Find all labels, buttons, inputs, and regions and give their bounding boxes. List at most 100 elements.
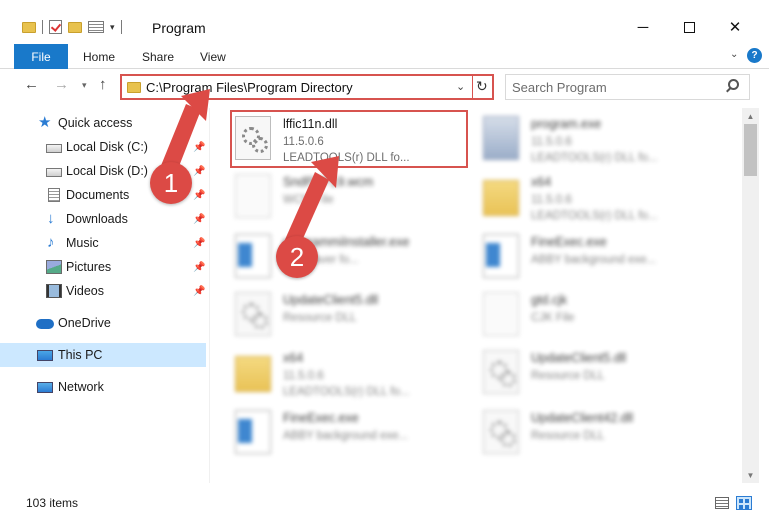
computer-icon [37,349,53,361]
file-name: x64 [283,351,304,365]
quick-access-toolbar: ▾ [22,20,122,34]
close-button[interactable]: ✕ [712,12,758,42]
pin-icon[interactable]: 📌 [193,238,205,249]
pin-icon[interactable]: 📌 [193,190,205,201]
file-name: UpdateClient42.dll [531,411,634,425]
properties-check-icon[interactable] [49,20,62,34]
tab-home[interactable]: Home [83,44,115,69]
toolbar-divider [42,20,43,34]
forward-arrow-icon[interactable]: → [54,76,69,93]
videos-icon [46,284,62,298]
properties-icon[interactable] [88,21,104,33]
recent-locations-chevron-icon[interactable]: ▾ [82,80,87,91]
sidebar-item-videos[interactable]: Videos 📌 [0,279,206,303]
sidebar-item-local-disk-c[interactable]: Local Disk (C:) 📌 [0,135,206,159]
help-icon[interactable]: ? [747,48,762,63]
sidebar-item-quick-access[interactable]: ★ Quick access [0,111,206,135]
scroll-down-arrow-icon[interactable]: ▼ [742,467,759,483]
new-folder-icon[interactable] [68,21,82,33]
refresh-icon[interactable]: ↻ [476,78,488,95]
file-name: x64 [531,175,552,189]
file-name: UpdateClient5.dll [283,293,379,307]
music-icon: ♪ [47,234,55,251]
address-bar[interactable]: C:\Program Files\Program Directory ⌄ ↻ [120,74,494,100]
ribbon-tabs: File Home Share View ⌄ ? [0,44,769,69]
sidebar-item-music[interactable]: ♪ Music 📌 [0,231,206,255]
tab-file[interactable]: File [14,44,68,69]
file-name: FineExec.exe [283,411,359,425]
sidebar-item-label: Videos [66,284,104,298]
file-version: 11.5.0.6 [531,194,572,206]
sidebar-item-pictures[interactable]: Pictures 📌 [0,255,206,279]
sidebar-item-this-pc[interactable]: This PC [0,343,206,367]
step-2-badge: 2 [276,236,318,278]
search-box[interactable] [505,74,750,100]
file-item[interactable]: FineExec.exe ABBY background exe... [483,232,718,290]
minimize-button[interactable]: ─ [620,12,666,42]
customize-toolbar-dropdown-icon[interactable]: ▾ [110,22,115,33]
title-bar: ▾ Program ─ ✕ [0,0,769,44]
large-icons-view-icon[interactable] [736,496,752,510]
scrollbar-thumb[interactable] [744,124,757,176]
tab-view[interactable]: View [200,44,226,69]
file-type: WCM File [283,194,334,206]
address-divider [472,76,473,98]
file-item[interactable]: program.exe 11.5.0.6 LEADTOOLS(r) DLL fo… [483,114,718,172]
address-dropdown-chevron-icon[interactable]: ⌄ [456,80,465,93]
highlight-box [230,110,468,168]
sidebar-item-label: Quick access [58,116,133,130]
folder-item[interactable]: x64 11.5.0.6 LEADTOOLS(r) DLL fo... [483,172,718,230]
file-version: 11.5.0.6 [531,136,572,148]
dll-file-icon [483,350,519,394]
sidebar-item-label: Downloads [66,212,128,226]
file-name: FineExec.exe [531,235,607,249]
exe-file-icon [235,410,271,454]
star-icon: ★ [38,114,52,131]
folder-icon [483,180,519,216]
file-item[interactable]: programmiInstaller.exe Timesaver fo... [235,232,470,290]
scroll-up-arrow-icon[interactable]: ▲ [742,108,759,124]
address-path[interactable]: C:\Program Files\Program Directory [146,80,353,95]
details-view-icon[interactable] [715,497,729,509]
pin-icon[interactable]: 📌 [193,286,205,297]
folder-item[interactable]: x64 11.5.0.6 LEADTOOLS(r) DLL fo... [235,348,470,406]
vertical-scrollbar[interactable]: ▲ ▼ [742,108,759,483]
navigation-bar: ← → ▾ ↑ C:\Program Files\Program Directo… [0,70,769,102]
sidebar-item-downloads[interactable]: ↓ Downloads 📌 [0,207,206,231]
file-item[interactable]: UpdateClient42.dll Resource DLL [483,408,718,466]
sidebar-item-label: OneDrive [58,316,111,330]
file-description: LEADTOOLS(r) DLL fo... [283,386,410,398]
pin-icon[interactable]: 📌 [193,262,205,273]
file-version: 11.5.0.6 [283,370,324,382]
search-input[interactable] [512,78,722,96]
download-icon: ↓ [47,210,55,227]
up-arrow-icon[interactable]: ↑ [99,76,107,93]
file-item[interactable]: SndPPP19.wcm WCM File [235,172,470,230]
pin-icon[interactable]: 📌 [193,142,205,153]
blank-file-icon [483,292,519,336]
file-name: SndPPP19.wcm [283,175,374,189]
expand-ribbon-chevron-icon[interactable]: ⌄ [730,49,738,60]
exe-file-icon [483,234,519,278]
cloud-icon [36,319,54,329]
file-type: CJK File [531,312,575,324]
file-item[interactable]: gtd.cjk CJK File [483,290,718,348]
folder-icon [235,356,271,392]
search-icon[interactable] [728,79,739,90]
pin-icon[interactable]: 📌 [193,214,205,225]
file-description: ABBY background exe... [283,430,409,442]
file-item[interactable]: UpdateClient5.dll Resource DLL [483,348,718,406]
maximize-button[interactable] [666,12,712,42]
pin-icon[interactable]: 📌 [193,166,205,177]
back-arrow-icon[interactable]: ← [24,76,39,93]
sidebar-item-label: Local Disk (C:) [66,140,148,154]
file-item[interactable]: FineExec.exe ABBY background exe... [235,408,470,466]
sidebar-item-onedrive[interactable]: OneDrive [0,311,206,335]
tab-share[interactable]: Share [142,44,174,69]
folder-icon[interactable] [22,21,36,33]
sidebar-item-label: Documents [66,188,130,202]
sidebar-item-network[interactable]: Network [0,375,206,399]
sidebar-item-label: This PC [58,348,103,362]
file-item[interactable]: UpdateClient5.dll Resource DLL [235,290,470,348]
toolbar-divider [120,20,122,34]
